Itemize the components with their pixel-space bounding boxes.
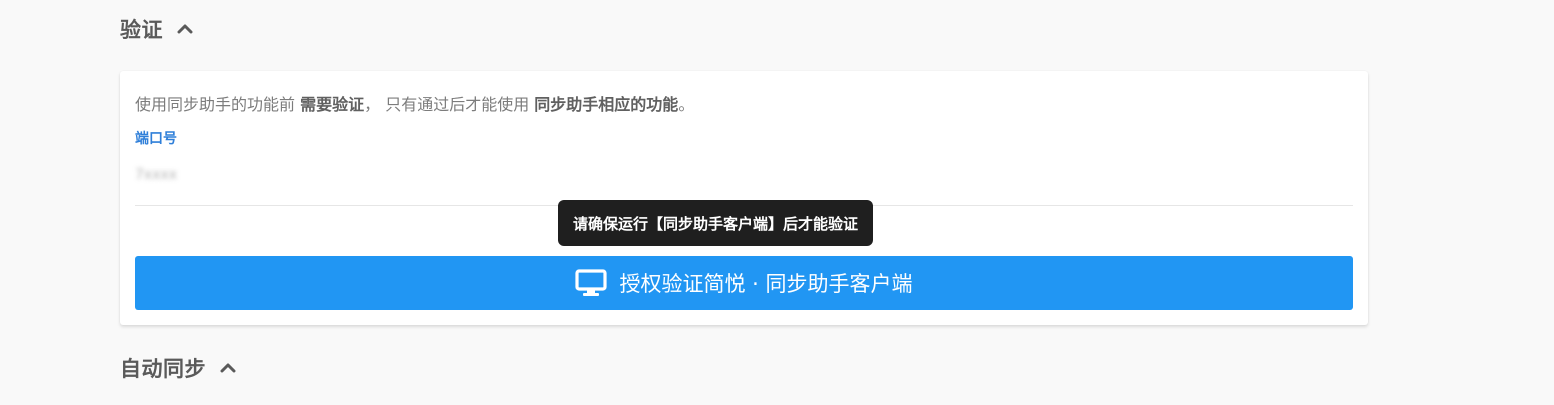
section-title-verify: 验证 (120, 18, 163, 42)
tooltip: 请确保运行【同步助手客户端】后才能验证 (558, 200, 874, 246)
chevron-up-icon[interactable] (220, 362, 236, 374)
monitor-icon (575, 269, 608, 297)
desc-bold-2: 同步助手相应的功能 (534, 95, 679, 114)
chevron-up-icon[interactable] (177, 23, 193, 35)
verify-description: 使用同步助手的功能前 需要验证， 只有通过后才能使用 同步助手相应的功能。 (135, 91, 694, 115)
authorize-verify-button-label: 授权验证简悦 · 同步助手客户端 (619, 272, 913, 296)
section-header-verify[interactable]: 验证 (120, 14, 193, 44)
desc-bold-1: 需要验证 (300, 95, 365, 114)
port-label: 端口号 (135, 131, 177, 147)
desc-text-1: 使用同步助手的功能前 (135, 95, 301, 114)
verify-card: 使用同步助手的功能前 需要验证， 只有通过后才能使用 同步助手相应的功能。 端口… (120, 71, 1368, 325)
authorize-verify-button[interactable]: 授权验证简悦 · 同步助手客户端 (135, 256, 1353, 310)
section-header-autosync[interactable]: 自动同步 (120, 353, 236, 383)
port-input[interactable]: 7xxxx (135, 167, 195, 189)
desc-text-2: ， 只有通过后才能使用 (364, 95, 535, 114)
desc-text-3: 。 (678, 95, 695, 114)
section-title-autosync: 自动同步 (120, 357, 206, 381)
